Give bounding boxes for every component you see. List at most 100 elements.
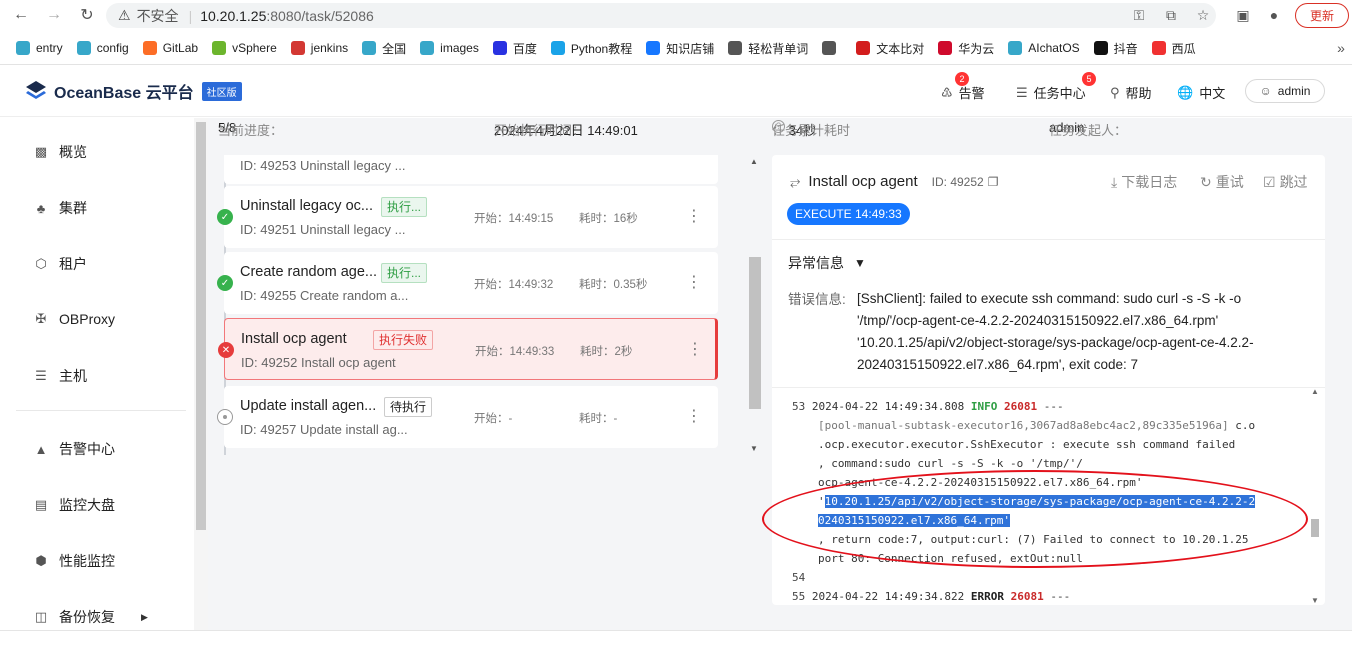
bookmark-item[interactable]: 西瓜 <box>1151 40 1196 57</box>
task-cost: 耗时：- <box>579 413 618 425</box>
back-arrow-icon[interactable]: ← <box>10 4 32 26</box>
annotation-ellipse <box>762 470 1308 568</box>
scroll-up-icon[interactable]: ▲ <box>750 157 758 166</box>
not-secure-label: 不安全 <box>136 7 179 24</box>
scroll-up-icon[interactable]: ▲ <box>1311 387 1319 396</box>
bookmark-icon <box>76 41 91 55</box>
more-vertical-icon[interactable]: ⋮ <box>686 272 702 292</box>
help-label: 帮助 <box>1125 86 1152 101</box>
sidebar-scroll-thumb[interactable] <box>196 122 206 530</box>
scroll-down-icon[interactable]: ▼ <box>1311 596 1319 605</box>
update-button[interactable]: 更新 <box>1295 3 1349 28</box>
retry-button[interactable]: ↻ 重试 <box>1200 172 1244 192</box>
bookmark-label: 抖音 <box>1113 41 1138 56</box>
logo[interactable]: OceanBase 云平台 社区版 <box>24 79 242 103</box>
task-id: ID: 49257 Update install ag... <box>240 422 408 437</box>
share-icon[interactable]: ⧉ <box>1160 4 1182 26</box>
monitor-icon: ▤ <box>34 497 48 512</box>
scroll-down-icon[interactable]: ▼ <box>750 444 758 453</box>
sidebar-item-backup[interactable]: ◫ 备份恢复 ▶ <box>33 607 148 627</box>
bookmarks-overflow-icon[interactable]: » <box>1330 37 1352 59</box>
user-menu-button[interactable]: ☺ admin <box>1245 79 1325 103</box>
bookmark-item[interactable]: entry <box>16 41 63 55</box>
task-center-menu[interactable]: ☰ 任务中心 5 <box>1016 72 1096 102</box>
bookmark-item[interactable]: 文本比对 <box>856 40 924 57</box>
bookmark-item[interactable]: images <box>420 41 479 55</box>
bookmark-item[interactable]: 百度 <box>492 40 537 57</box>
help-menu[interactable]: ⚲ 帮助 <box>1110 83 1152 102</box>
task-status-tag: 执行... <box>381 197 428 217</box>
log-line: 55 2024-04-22 14:49:34.822 ERROR 26081 -… <box>792 590 1071 603</box>
sidebar-item-tenant[interactable]: ⬡ 租户 <box>33 254 87 274</box>
bookmark-item[interactable]: jenkins <box>290 41 348 55</box>
task-list-scroll-thumb[interactable] <box>749 257 761 409</box>
edition-badge: 社区版 <box>201 81 242 101</box>
task-card[interactable]: ✓ Create random age... 执行... ID: 49255 C… <box>217 252 718 314</box>
task-card[interactable]: ✓ Uninstall legacy oc... 执行... ID: 49251… <box>217 186 718 248</box>
sidebar-toggle-icon[interactable]: ▣ <box>1232 4 1254 26</box>
bookmark-item[interactable]: config <box>76 41 129 55</box>
bookmark-item[interactable]: 全国 <box>362 40 406 57</box>
more-vertical-icon[interactable]: ⋮ <box>686 406 702 426</box>
copy-icon[interactable]: ❐ <box>988 175 999 189</box>
bookmark-label: GitLab <box>162 41 199 55</box>
server-icon: ☰ <box>35 368 47 383</box>
sidebar-item-overview[interactable]: ▩ 概览 <box>33 142 87 162</box>
bookmark-label: 文本比对 <box>876 41 925 56</box>
more-vertical-icon[interactable]: ⋮ <box>686 206 702 226</box>
log-line: 53 2024-04-22 14:49:34.808 INFO 26081 --… <box>792 400 1064 413</box>
reload-icon[interactable]: ↻ <box>76 4 98 26</box>
star-icon[interactable]: ☆ <box>1192 4 1214 26</box>
sidebar-item-cluster[interactable]: ♣ 集群 <box>33 198 87 218</box>
log-line: , command:sudo curl -s -S -k -o '/tmp/'/ <box>818 457 1083 470</box>
bookmark-item[interactable]: vSphere <box>212 41 277 55</box>
task-list-scrollbar[interactable]: ▲ ▼ <box>748 155 762 455</box>
bookmark-item[interactable]: GitLab <box>142 41 199 55</box>
bookmark-label: AIchatOS <box>1028 41 1080 55</box>
task-card[interactable]: ID: 49253 Uninstall legacy ... <box>224 155 718 184</box>
proxy-icon: ✠ <box>35 311 47 326</box>
sidebar-item-label: 告警中心 <box>59 441 115 457</box>
bar-chart-icon: ▩ <box>34 144 48 159</box>
bookmark-label: images <box>440 41 479 55</box>
skip-button[interactable]: ☑ 跳过 <box>1263 172 1308 192</box>
bookmark-icon <box>822 41 837 55</box>
bookmark-item[interactable]: 知识店铺 <box>646 40 714 57</box>
bookmark-item[interactable]: AIchatOS <box>1008 41 1080 55</box>
question-icon: ? <box>772 120 785 133</box>
url-host: 10.20.1.25 <box>200 7 267 24</box>
log-scroll-thumb[interactable] <box>1311 519 1319 537</box>
sidebar-item-performance[interactable]: ⬢ 性能监控 <box>33 551 115 571</box>
bookmark-item[interactable]: 轻松背单词 <box>728 40 808 57</box>
sidebar-item-host[interactable]: ☰ 主机 <box>33 366 87 386</box>
bookmark-item[interactable] <box>822 41 842 55</box>
sidebar-item-alert-center[interactable]: ▲ 告警中心 <box>33 439 115 459</box>
start-time-info: 开始执行时间： 2024年4月22日 14:49:01 <box>494 123 638 138</box>
profile-icon[interactable]: ● <box>1263 4 1285 26</box>
download-icon: ⤓ <box>1111 173 1118 190</box>
detail-separator <box>772 239 1325 240</box>
task-card-selected[interactable]: ✕ Install ocp agent 执行失败 ID: 49252 Insta… <box>218 318 718 380</box>
alerts-menu[interactable]: ♳ 告警 2 <box>941 72 985 102</box>
bookmark-icon <box>856 41 871 55</box>
error-section-toggle[interactable]: 异常信息 ▼ <box>788 253 866 273</box>
sidebar-scrollbar[interactable] <box>194 118 208 630</box>
sidebar-item-dashboard[interactable]: ▤ 监控大盘 <box>33 495 115 515</box>
detail-task-name: Install ocp agent <box>808 173 918 190</box>
more-vertical-icon[interactable]: ⋮ <box>687 339 703 359</box>
globe-icon: 🌐 <box>1177 84 1194 100</box>
subtask-list: ID: 49253 Uninstall legacy ... ✓ Uninsta… <box>216 155 764 455</box>
url-bar[interactable]: ⚠ 不安全 | 10.20.1.25:8080/task/52086 <box>106 3 1216 28</box>
alerts-count-badge: 2 <box>955 72 969 86</box>
language-menu[interactable]: 🌐 中文 <box>1177 83 1225 102</box>
task-card[interactable]: Update install agen... 待执行 ID: 49257 Upd… <box>217 386 718 448</box>
bookmark-icon <box>420 41 435 55</box>
log-scrollbar[interactable]: ▲ ▼ <box>1308 387 1322 605</box>
download-log-button[interactable]: ⤓ 下载日志 <box>1111 172 1177 192</box>
bookmark-item[interactable]: 抖音 <box>1093 40 1138 57</box>
key-icon[interactable]: ⚿ <box>1128 4 1150 26</box>
sidebar-item-obproxy[interactable]: ✠ OBProxy <box>33 311 115 327</box>
forward-arrow-icon[interactable]: → <box>43 4 65 26</box>
bookmark-item[interactable]: Python教程 <box>550 40 632 57</box>
bookmark-item[interactable]: 华为云 <box>938 40 994 57</box>
